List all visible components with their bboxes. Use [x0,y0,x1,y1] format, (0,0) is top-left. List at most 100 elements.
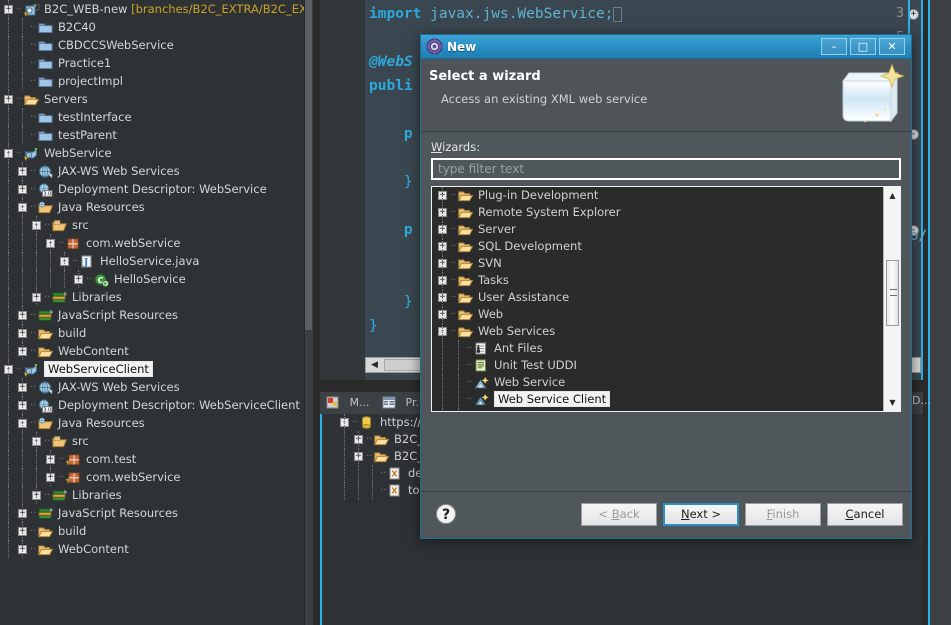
tree-guide-line [8,126,9,144]
filter-input[interactable] [431,158,901,180]
tree-guide-line [8,36,9,54]
code-line[interactable]: @WebS [369,50,413,74]
next-button[interactable]: Next > [663,503,739,526]
tree-guide-line [22,486,23,504]
wizard-tree-row[interactable]: ·· Web Service [432,374,900,392]
project-tree-row[interactable]: ·· B2C40 [0,18,313,36]
wizard-tree-row[interactable]: ·· Web Service Client [432,391,900,409]
project-tree-row[interactable]: + ·· JavaScript Resources [0,504,313,522]
close-button[interactable]: ✕ [879,38,905,55]
tree-connector: ·· [30,39,37,51]
project-tree-row[interactable]: + ·· Libraries [0,486,313,504]
code-line[interactable]: publi [369,74,413,98]
project-tree-row[interactable]: - ··! WebService [0,144,313,162]
tree-guide-line [22,36,23,54]
project-tree-row[interactable]: + ·· build [0,324,313,342]
wizard-tree-row[interactable]: + ·· Web [432,306,900,324]
project-tree-row[interactable]: + ··! com.test [0,450,313,468]
project-tree-row[interactable]: + ·· 3.0 Deployment Descriptor: WebServiceC… [0,396,313,414]
wizards-tree-list[interactable]: + ·· Plug-in Development + ·· Remote System E… [431,186,901,412]
project-tree-row[interactable]: - ··! WebServiceClient [0,360,313,378]
project-tree-row[interactable]: + ·· WebContent [0,342,313,360]
tree-connector: ·· [16,147,23,159]
wizard-tree-row[interactable]: + ·· Remote System Explorer [432,204,900,222]
markers-view-tab-label: M... [349,396,370,409]
project-tree-row[interactable]: - ·· J HelloService.java [0,252,313,270]
svg-text:!: ! [25,372,27,377]
project-tree-row[interactable]: ·· testParent [0,126,313,144]
project-tree-row[interactable]: - ·· src [0,216,313,234]
code-line[interactable]: } [369,170,413,194]
project-tree-item-label: HelloService [114,272,186,286]
project-tree-row[interactable]: + ··! B2C_WEB-new [branches/B2C_EXTRA/B2C_… [0,0,313,18]
wizard-tree-row[interactable]: ·· Unit Test UDDI [432,357,900,375]
wizards-tree-rows[interactable]: + ·· Plug-in Development + ·· Remote System E… [432,187,900,411]
project-tree-row[interactable]: ·· Practice1 [0,54,313,72]
project-tree-row[interactable]: - ·· Java Resources [0,198,313,216]
project-tree-row[interactable]: - ·· com.webService [0,234,313,252]
explorer-scrollbar[interactable] [304,0,313,625]
data-source-explorer-tab[interactable]: D... [912,394,931,407]
text-cursor [613,6,623,22]
maximize-button[interactable]: □ [850,38,876,55]
back-button[interactable]: < Back [581,503,657,526]
wizard-item-label: Server [478,222,516,236]
help-icon[interactable]: ? [435,503,457,525]
tree-guide-line [22,234,23,252]
scroll-down-arrow-icon[interactable]: ▼ [884,394,900,411]
wizard-tree-row[interactable]: ·· WSDL File [432,408,900,411]
wizards-scrollbar-thumb[interactable] [886,260,899,326]
project-tree-row[interactable]: + ·· build [0,522,313,540]
minimize-button[interactable]: – [821,38,847,55]
folder-closed-icon [38,111,54,125]
project-tree-row[interactable]: ·· testInterface [0,108,313,126]
wizard-tree-row[interactable]: + ·· SVN [432,255,900,273]
new-wizard-dialog[interactable]: New – □ ✕ Select a wizard Access an exis… [420,34,912,539]
project-tree-row[interactable]: + ·· Libraries [0,288,313,306]
dialog-title-bar[interactable]: New – □ ✕ [421,35,911,59]
project-tree-row[interactable]: + ·· 3.0 Deployment Descriptor: WebService [0,180,313,198]
folder-open-icon [38,345,54,359]
project-tree-row[interactable]: + ·· JavaScript Resources [0,306,313,324]
xml-file-icon: X [388,484,404,498]
scroll-up-arrow-icon[interactable]: ▲ [884,187,900,204]
folder-closed-icon [38,39,54,53]
wizard-tree-row[interactable]: + ·· User Assistance [432,289,900,307]
project-tree-row[interactable]: + ·· C HelloService [0,270,313,288]
scroll-left-arrow-icon[interactable]: ◀ [367,359,382,371]
code-line[interactable]: p [369,122,413,146]
code-line[interactable]: p [369,218,413,242]
tree-guide-line [458,374,459,392]
project-tree-item-label: Servers [44,92,88,106]
libraries-icon [38,507,54,521]
project-tree-row[interactable]: + ·· Servers [0,90,313,108]
project-tree-row[interactable]: ·· projectImpl [0,72,313,90]
tree-connector: ·· [44,291,51,303]
code-line[interactable]: } [369,290,413,314]
project-tree-row[interactable]: ·· CBDCCSWebService [0,36,313,54]
wizard-tree-row[interactable]: + ·· SQL Development [432,238,900,256]
wizard-tree-row[interactable]: + ·· Plug-in Development [432,187,900,205]
project-tree-row[interactable]: + ·· WebContent [0,540,313,558]
project-tree-row[interactable]: + ··! com.webService [0,468,313,486]
project-tree-row[interactable]: + ·· JAX-WS Web Services [0,378,313,396]
project-tree-row[interactable]: - ·· src [0,432,313,450]
project-tree-row[interactable]: + ·· JAX-WS Web Services [0,162,313,180]
wizard-tree-row[interactable]: ·· Ant Files [432,340,900,358]
project-explorer-view[interactable]: + ··! B2C_WEB-new [branches/B2C_EXTRA/B2C_… [0,0,313,625]
project-tree-item-label: testParent [58,128,117,142]
markers-view-tab[interactable]: M... [326,394,369,412]
explorer-scrollbar-thumb[interactable] [305,0,312,330]
tree-guide-line [344,414,345,432]
tree-guide-line [22,198,23,216]
code-line[interactable]: import javax.jws.WebService; [369,2,623,26]
wizard-tree-row[interactable]: - ·· Web Services [432,323,900,341]
code-line[interactable]: } [369,314,378,338]
wizards-list-scrollbar[interactable]: ▲ ▼ [883,187,900,411]
cancel-button[interactable]: Cancel [827,503,903,526]
project-explorer-tree[interactable]: + ··! B2C_WEB-new [branches/B2C_EXTRA/B2C_… [0,0,313,558]
wizard-tree-row[interactable]: + ·· Server [432,221,900,239]
project-tree-row[interactable]: - ·· Java Resources [0,414,313,432]
wizard-tree-row[interactable]: + ·· Tasks [432,272,900,290]
finish-button[interactable]: Finish [745,503,821,526]
